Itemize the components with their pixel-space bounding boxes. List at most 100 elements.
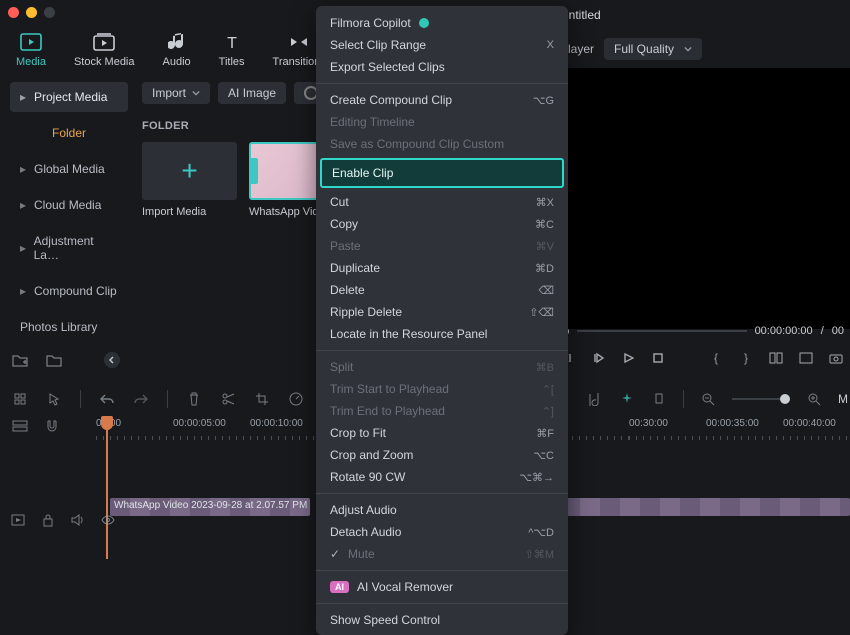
- copilot-icon: [419, 18, 429, 28]
- zoom-thumb[interactable]: [780, 394, 790, 404]
- ctx-duplicate[interactable]: Duplicate⌘D: [316, 257, 568, 279]
- ai-image-button[interactable]: AI Image: [218, 82, 286, 104]
- ctx-trim-end: Trim End to Playhead⌃]: [316, 400, 568, 422]
- audio-icon: [166, 32, 188, 52]
- right-label: M: [838, 392, 848, 406]
- chevron-right-icon: ▸: [20, 90, 28, 104]
- compare-icon[interactable]: [768, 350, 784, 366]
- trash-icon[interactable]: [186, 391, 202, 407]
- sidebar-adjustment-layer[interactable]: ▸Adjustment La…: [10, 226, 128, 270]
- ctx-crop-zoom[interactable]: Crop and Zoom⌥C: [316, 444, 568, 466]
- toolbar-titles[interactable]: T Titles: [219, 32, 245, 68]
- redo-icon[interactable]: [133, 391, 149, 407]
- ctx-cut[interactable]: Cut⌘X: [316, 191, 568, 213]
- zoom-in-icon[interactable]: [806, 391, 822, 407]
- sidebar-global-media[interactable]: ▸Global Media: [10, 154, 128, 184]
- sparkle-icon[interactable]: [619, 391, 635, 407]
- ctx-enable-clip[interactable]: Enable Clip: [320, 158, 564, 188]
- chevron-down-icon: [192, 89, 200, 97]
- cursor-icon[interactable]: [46, 391, 62, 407]
- context-menu: Filmora Copilot Select Clip RangeX Expor…: [316, 6, 568, 635]
- fullscreen-icon[interactable]: [798, 350, 814, 366]
- folder-header: FOLDER: [142, 120, 189, 132]
- play-pause-icon[interactable]: [590, 350, 606, 366]
- grid-icon[interactable]: [12, 391, 28, 407]
- timecode-current: 00:00:00:00: [755, 325, 813, 337]
- collapse-sidebar-button[interactable]: [104, 352, 120, 368]
- chevron-down-icon: [684, 45, 692, 53]
- toolbar-media[interactable]: Media: [16, 32, 46, 68]
- folder-icon[interactable]: [46, 352, 62, 368]
- zoom-out-icon[interactable]: [700, 391, 716, 407]
- marker-icon[interactable]: [651, 391, 667, 407]
- timeline-view-icon[interactable]: [12, 418, 28, 434]
- ctx-rotate-90[interactable]: Rotate 90 CW⌥⌘→: [316, 466, 568, 488]
- ctx-locate[interactable]: Locate in the Resource Panel: [316, 323, 568, 345]
- timeline-clip[interactable]: [560, 498, 850, 516]
- ctx-adjust-audio[interactable]: Adjust Audio: [316, 499, 568, 521]
- play-icon[interactable]: [620, 350, 636, 366]
- scissors-icon[interactable]: [220, 391, 236, 407]
- import-media-card[interactable]: + Import Media: [142, 142, 237, 218]
- ctx-detach-audio[interactable]: Detach Audio^⌥D: [316, 521, 568, 543]
- media-sidebar: ▸ Project Media Folder ▸Global Media ▸Cl…: [10, 82, 128, 348]
- import-dropdown[interactable]: Import: [142, 82, 210, 104]
- ctx-copy[interactable]: Copy⌘C: [316, 213, 568, 235]
- plus-icon: +: [142, 142, 237, 200]
- preview-player[interactable]: [560, 68, 850, 329]
- quality-dropdown[interactable]: Full Quality: [604, 38, 702, 60]
- window-controls: [8, 7, 55, 18]
- new-folder-icon[interactable]: [12, 352, 28, 368]
- track-media-icon[interactable]: [10, 512, 26, 528]
- track-lock-icon[interactable]: [40, 512, 56, 528]
- snapshot-icon[interactable]: [828, 350, 844, 366]
- maximize-window-icon[interactable]: [44, 7, 55, 18]
- ctx-speed-control[interactable]: Show Speed Control: [316, 609, 568, 631]
- ctx-filmora-copilot[interactable]: Filmora Copilot: [316, 12, 568, 34]
- toolbar-audio[interactable]: Audio: [163, 32, 191, 68]
- clip-handle-icon: [250, 158, 258, 184]
- stock-media-icon: [93, 32, 115, 52]
- ctx-paste: Paste⌘V: [316, 235, 568, 257]
- audio-waveform-icon[interactable]: [587, 391, 603, 407]
- close-window-icon[interactable]: [8, 7, 19, 18]
- ctx-trim-start: Trim Start to Playhead⌃[: [316, 378, 568, 400]
- stop-icon[interactable]: [650, 350, 666, 366]
- timecode-sep: /: [821, 325, 824, 337]
- undo-icon[interactable]: [99, 391, 115, 407]
- sidebar-compound-clip[interactable]: ▸Compound Clip: [10, 276, 128, 306]
- ctx-editing-timeline: Editing Timeline: [316, 111, 568, 133]
- ctx-mute: ✓Mute⇧⌘M: [316, 543, 568, 565]
- svg-text:T: T: [227, 35, 237, 51]
- track-mute-icon[interactable]: [70, 512, 86, 528]
- track-visibility-icon[interactable]: [100, 512, 116, 528]
- brace-close-icon[interactable]: }: [738, 350, 754, 366]
- ctx-save-compound: Save as Compound Clip Custom: [316, 133, 568, 155]
- brace-open-icon[interactable]: {: [708, 350, 724, 366]
- ctx-crop-fit[interactable]: Crop to Fit⌘F: [316, 422, 568, 444]
- ctx-create-compound[interactable]: Create Compound Clip⌥G: [316, 89, 568, 111]
- sidebar-cloud-media[interactable]: ▸Cloud Media: [10, 190, 128, 220]
- minimize-window-icon[interactable]: [26, 7, 37, 18]
- timeline-clip[interactable]: WhatsApp Video 2023-09-28 at 2.07.57 PM: [110, 498, 310, 516]
- playhead[interactable]: [106, 418, 108, 559]
- toolbar-stock-media[interactable]: Stock Media: [74, 32, 135, 68]
- ctx-delete[interactable]: Delete⌫: [316, 279, 568, 301]
- ctx-ripple-delete[interactable]: Ripple Delete⇧⌫: [316, 301, 568, 323]
- quality-value: Full Quality: [614, 42, 674, 56]
- sidebar-photos-library[interactable]: Photos Library: [10, 312, 128, 342]
- ctx-export-selected[interactable]: Export Selected Clips: [316, 56, 568, 78]
- media-icon: [20, 32, 42, 52]
- ctx-select-clip-range[interactable]: Select Clip RangeX: [316, 34, 568, 56]
- speed-icon[interactable]: [288, 391, 304, 407]
- ctx-split: Split⌘B: [316, 356, 568, 378]
- magnet-icon[interactable]: [44, 418, 60, 434]
- ai-badge: AI: [330, 581, 349, 593]
- sidebar-folder-label[interactable]: Folder: [10, 118, 128, 148]
- main-toolbar: Media Stock Media Audio T Titles Transit…: [16, 32, 326, 68]
- sidebar-project-media[interactable]: ▸ Project Media: [10, 82, 128, 112]
- scrubber-track[interactable]: [577, 330, 747, 332]
- zoom-slider[interactable]: [732, 398, 790, 400]
- crop-icon[interactable]: [254, 391, 270, 407]
- ctx-ai-vocal-remover[interactable]: AIAI Vocal Remover: [316, 576, 568, 598]
